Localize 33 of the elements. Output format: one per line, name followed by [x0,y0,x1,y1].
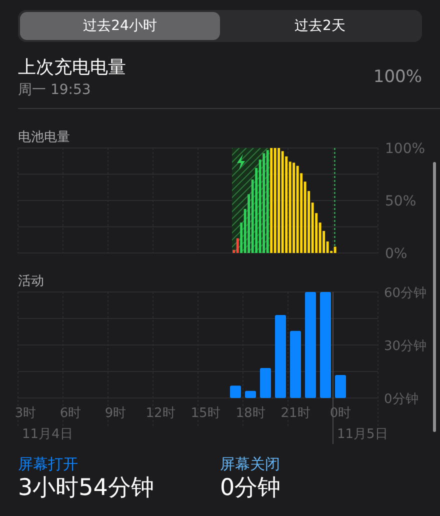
axis-label: 3时 [14,406,36,421]
stat-value: 3小时54分钟 [18,474,154,502]
stat-label: 屏幕关闭 [220,454,280,474]
axis-label: 100% [385,141,426,157]
axis-label: 15时 [190,406,220,421]
period-tab[interactable]: 过去24小时 [20,12,220,40]
axis-label: 18时 [236,406,266,421]
axis-label: 0时 [330,406,352,421]
axis-label: 9时 [104,406,126,421]
lightning-icon [237,154,245,170]
last-charge-level: 100% [373,66,422,90]
axis-label: 60分钟 [384,286,427,301]
activity-bar [290,330,301,398]
axis-label: 30分钟 [384,339,427,354]
activity-bar [260,368,271,398]
chart-title: 活动 [18,274,44,290]
last-charge-time: 周一 19:53 [18,81,92,100]
activity-bar [230,386,241,398]
stat-label: 屏幕打开 [18,454,78,474]
axis-label: 50% [385,194,416,210]
last-charge-title: 上次充电电量 [18,56,126,80]
date-label: 11月4日 [22,427,73,442]
axis-label: 12时 [146,406,176,421]
axis-label: 21时 [280,406,310,421]
activity-bar [335,375,346,398]
date-label: 11月5日 [337,427,388,442]
axis-label: 6时 [60,406,82,421]
activity-bar [245,390,256,398]
axis-label: 0% [385,246,408,262]
chart-title: 电池电量 [18,130,70,146]
axis-label: 0分钟 [384,392,418,407]
period-tab[interactable]: 过去2天 [220,12,420,40]
stat-value: 0分钟 [220,474,281,502]
